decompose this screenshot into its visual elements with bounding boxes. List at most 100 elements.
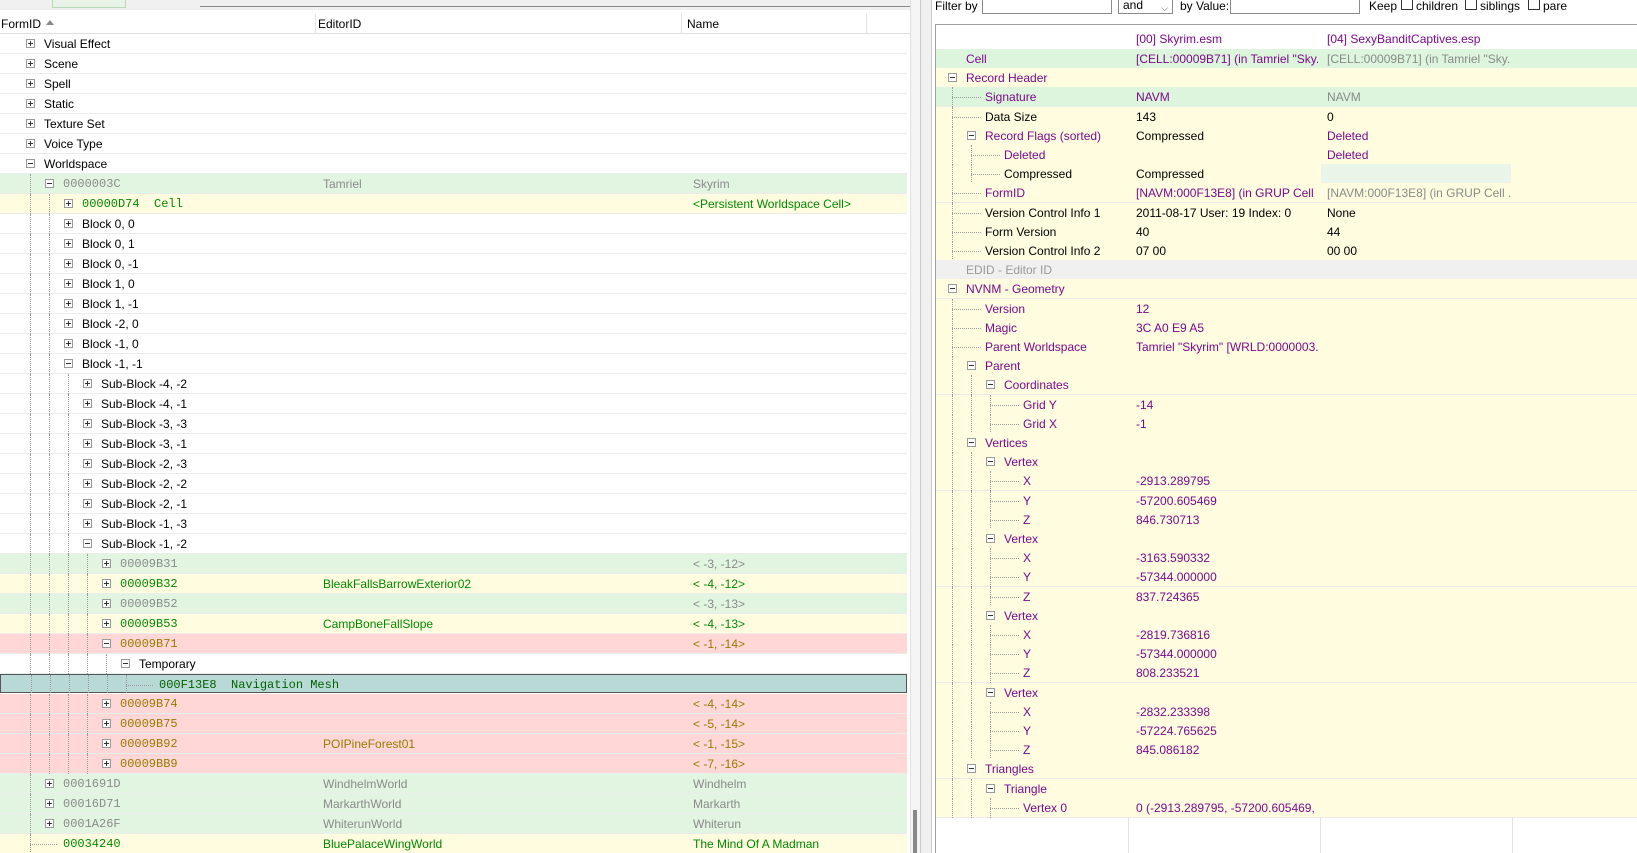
tree-row[interactable]: Block -2, 0 bbox=[0, 314, 907, 334]
column-separator[interactable] bbox=[681, 14, 682, 34]
record-row[interactable]: Parent bbox=[936, 356, 1637, 376]
record-value-file-1[interactable]: -2913.289795 bbox=[1136, 471, 1318, 491]
record-value-file-2[interactable] bbox=[1321, 356, 1511, 376]
record-value-file-2[interactable] bbox=[1321, 414, 1511, 434]
tree-row[interactable]: 00016D71 MarkarthWorld Markarth bbox=[0, 794, 907, 814]
collapse-icon[interactable] bbox=[967, 764, 976, 773]
tree-row[interactable]: Sub-Block -1, -3 bbox=[0, 514, 907, 534]
record-row[interactable]: Record Flags (sorted) Compressed Deleted bbox=[936, 126, 1637, 146]
record-value-file-1[interactable] bbox=[1136, 606, 1318, 626]
tree-vertical-scrollbar[interactable] bbox=[910, 0, 920, 853]
expand-icon[interactable] bbox=[83, 379, 92, 388]
collapse-icon[interactable] bbox=[26, 159, 35, 168]
expand-icon[interactable] bbox=[83, 399, 92, 408]
expand-icon[interactable] bbox=[64, 239, 73, 248]
tree-row[interactable]: Sub-Block -3, -1 bbox=[0, 434, 907, 454]
record-row[interactable]: Cell [CELL:00009B71] (in Tamriel "Sky...[… bbox=[936, 49, 1637, 69]
record-value-file-1[interactable]: -57224.765625 bbox=[1136, 721, 1318, 741]
keep-siblings-label[interactable]: siblings bbox=[1480, 0, 1520, 12]
record-row[interactable]: Y -57224.765625 bbox=[936, 721, 1637, 741]
tree-row[interactable]: 0001691D WindhelmWorld Windhelm bbox=[0, 774, 907, 794]
record-value-file-1[interactable]: -57200.605469 bbox=[1136, 491, 1318, 511]
record-value-file-1[interactable]: 846.730713 bbox=[1136, 510, 1318, 530]
tree-row[interactable]: Block 1, 0 bbox=[0, 274, 907, 294]
record-row[interactable]: FormID [NAVM:000F13E8] (in GRUP Cell ...[… bbox=[936, 183, 1637, 203]
record-row[interactable]: X -3163.590332 bbox=[936, 548, 1637, 568]
tree-row[interactable]: 00000D74 Cell <Persistent Worldspace Cell… bbox=[0, 194, 907, 214]
collapse-icon[interactable] bbox=[83, 539, 92, 548]
expand-icon[interactable] bbox=[45, 799, 54, 808]
record-value-file-2[interactable] bbox=[1321, 529, 1511, 549]
tree-row[interactable]: Worldspace bbox=[0, 154, 907, 174]
tree-row[interactable]: Scene bbox=[0, 54, 907, 74]
expand-icon[interactable] bbox=[64, 199, 73, 208]
record-row[interactable]: Vertex bbox=[936, 452, 1637, 472]
tree-row[interactable]: 0000003C Tamriel Skyrim bbox=[0, 174, 907, 194]
record-row[interactable]: Deleted Deleted bbox=[936, 145, 1637, 165]
expand-icon[interactable] bbox=[83, 479, 92, 488]
pane-splitter[interactable] bbox=[920, 0, 932, 853]
record-value-file-2[interactable] bbox=[1321, 510, 1511, 530]
record-value-file-2[interactable]: Deleted bbox=[1321, 126, 1511, 146]
record-row[interactable]: X -2913.289795 bbox=[936, 471, 1637, 491]
record-value-file-1[interactable]: 07 00 bbox=[1136, 241, 1318, 261]
expand-icon[interactable] bbox=[64, 319, 73, 328]
record-value-file-1[interactable]: [NAVM:000F13E8] (in GRUP Cell ... bbox=[1136, 183, 1318, 203]
keep-parents-label[interactable]: pare bbox=[1543, 0, 1567, 12]
expand-icon[interactable] bbox=[45, 779, 54, 788]
expand-icon[interactable] bbox=[64, 339, 73, 348]
record-value-file-1[interactable] bbox=[1136, 452, 1318, 472]
record-value-file-2[interactable] bbox=[1321, 260, 1511, 280]
collapse-icon[interactable] bbox=[45, 179, 54, 188]
record-value-file-1[interactable]: -14 bbox=[1136, 395, 1318, 415]
record-row[interactable]: Magic 3C A0 E9 A5 bbox=[936, 318, 1637, 338]
expand-icon[interactable] bbox=[26, 79, 35, 88]
tree-row[interactable]: Sub-Block -2, -3 bbox=[0, 454, 907, 474]
record-value-file-1[interactable]: Compressed bbox=[1136, 164, 1318, 184]
record-row[interactable]: Y -57344.000000 bbox=[936, 567, 1637, 587]
collapse-icon[interactable] bbox=[986, 784, 995, 793]
record-value-file-2[interactable] bbox=[1321, 279, 1511, 299]
filter-by-value-input[interactable] bbox=[1230, 0, 1360, 14]
record-value-file-1[interactable]: -1 bbox=[1136, 414, 1318, 434]
record-value-file-2[interactable] bbox=[1321, 299, 1511, 319]
tree-row[interactable]: 00009B71 < -1, -14> bbox=[0, 634, 907, 654]
column-separator[interactable] bbox=[315, 14, 316, 34]
record-value-file-2[interactable] bbox=[1321, 491, 1511, 511]
record-value-file-1[interactable] bbox=[1136, 279, 1318, 299]
record-value-file-1[interactable]: -57344.000000 bbox=[1136, 644, 1318, 664]
collapse-icon[interactable] bbox=[64, 359, 73, 368]
tree-row[interactable]: 00009B31 < -3, -12> bbox=[0, 554, 907, 574]
record-value-file-1[interactable]: [CELL:00009B71] (in Tamriel "Sky... bbox=[1136, 49, 1318, 69]
record-value-file-2[interactable]: NAVM bbox=[1321, 87, 1511, 107]
record-row[interactable]: Y -57344.000000 bbox=[936, 644, 1637, 664]
record-row[interactable]: Grid Y -14 bbox=[936, 395, 1637, 415]
scrollbar-thumb[interactable] bbox=[913, 810, 917, 853]
tree-row[interactable]: 0001A26F WhiterunWorld Whiterun bbox=[0, 814, 907, 834]
record-row[interactable]: X -2832.233398 bbox=[936, 702, 1637, 722]
expand-icon[interactable] bbox=[26, 59, 35, 68]
record-value-file-2[interactable]: None bbox=[1321, 203, 1511, 223]
record-value-file-1[interactable]: Compressed bbox=[1136, 126, 1318, 146]
record-row[interactable]: Z 808.233521 bbox=[936, 663, 1637, 683]
record-value-file-2[interactable] bbox=[1321, 759, 1511, 779]
expand-icon[interactable] bbox=[102, 619, 111, 628]
expand-icon[interactable] bbox=[26, 139, 35, 148]
keep-siblings-checkbox[interactable] bbox=[1465, 0, 1477, 10]
record-value-file-2[interactable]: Deleted bbox=[1321, 145, 1511, 165]
tree-row[interactable]: 00009B92 POIPineForest01 < -1, -15> bbox=[0, 734, 907, 754]
column-header-name[interactable]: Name bbox=[687, 14, 719, 34]
tree-row[interactable]: Sub-Block -3, -3 bbox=[0, 414, 907, 434]
record-value-file-1[interactable]: 845.086182 bbox=[1136, 740, 1318, 760]
tree-row[interactable]: Sub-Block -4, -2 bbox=[0, 374, 907, 394]
record-value-file-1[interactable] bbox=[1136, 68, 1318, 88]
record-row[interactable]: Vertex bbox=[936, 683, 1637, 703]
filter-operator-select[interactable]: and ⌵ bbox=[1118, 0, 1173, 14]
record-row[interactable]: Version Control Info 2 07 00 00 00 bbox=[936, 241, 1637, 261]
record-value-file-2[interactable]: [CELL:00009B71] (in Tamriel "Sky... bbox=[1321, 49, 1511, 69]
record-value-file-1[interactable]: 3C A0 E9 A5 bbox=[1136, 318, 1318, 338]
record-row[interactable]: Triangle bbox=[936, 779, 1637, 799]
tree-row[interactable]: 00009B53 CampBoneFallSlope < -4, -13> bbox=[0, 614, 907, 634]
record-row[interactable]: Parent Worldspace Tamriel "Skyrim" [WRLD:… bbox=[936, 337, 1637, 357]
expand-icon[interactable] bbox=[102, 599, 111, 608]
